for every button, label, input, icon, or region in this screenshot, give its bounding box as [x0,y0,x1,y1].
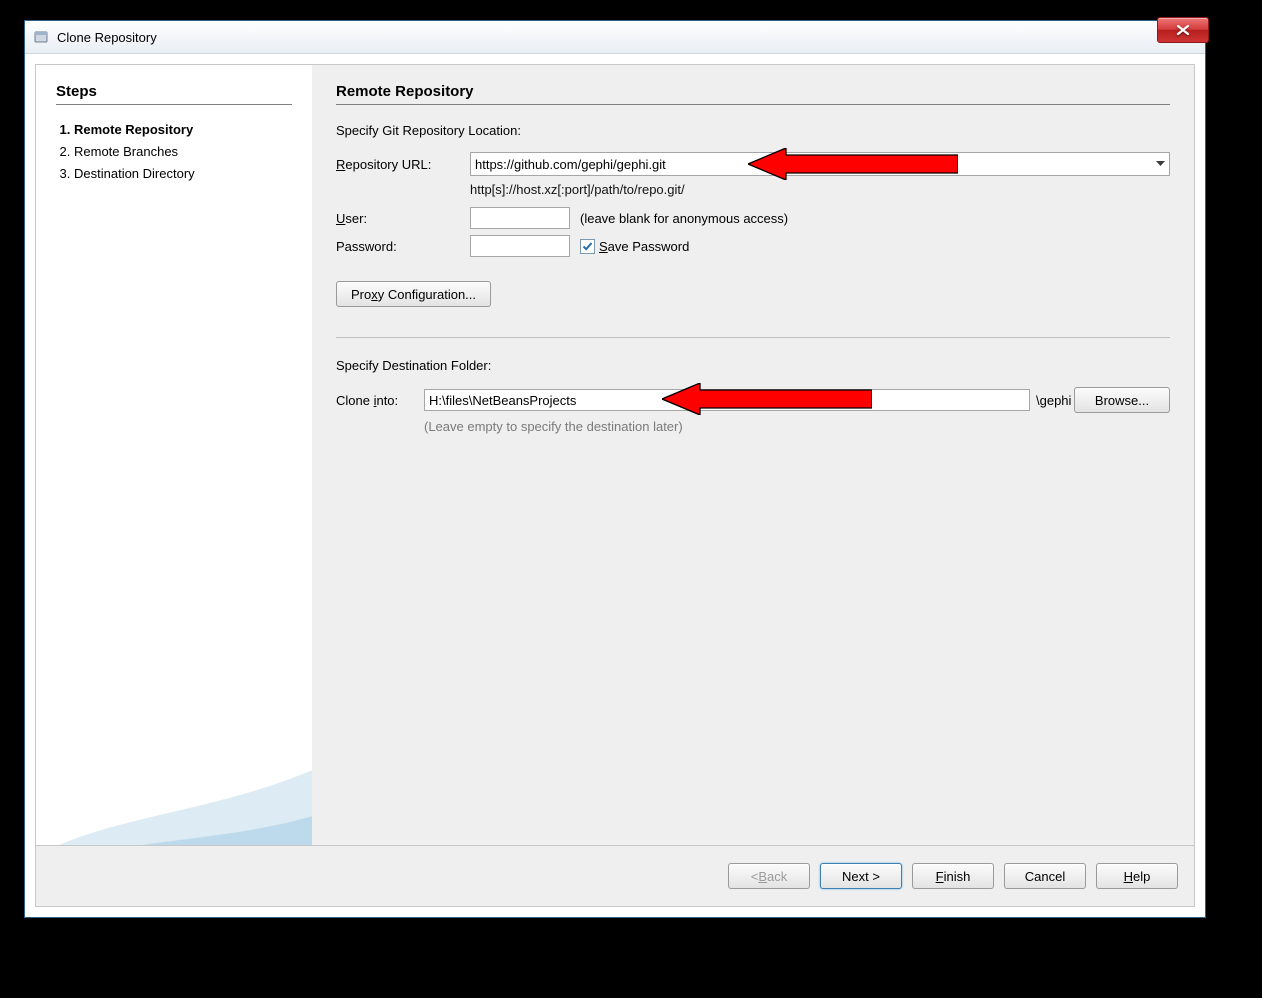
step-2: Remote Branches [74,141,292,163]
close-button[interactable] [1157,17,1209,43]
repo-section-label: Specify Git Repository Location: [336,123,1170,138]
repository-url-label: Repository URL: [336,157,470,172]
user-note: (leave blank for anonymous access) [580,211,788,226]
wizard-footer: < Back Next > Finish Cancel Help [36,845,1194,906]
back-button[interactable]: < Back [728,863,810,889]
finish-button[interactable]: Finish [912,863,994,889]
clone-folder-suffix: \gephi [1036,393,1066,408]
main-heading: Remote Repository [336,83,1170,100]
password-label: Password: [336,239,470,254]
cancel-button[interactable]: Cancel [1004,863,1086,889]
user-row: User: (leave blank for anonymous access) [336,207,1170,229]
next-button[interactable]: Next > [820,863,902,889]
repository-url-combo[interactable] [470,152,1170,176]
password-input[interactable] [470,235,570,257]
step-1: Remote Repository [74,119,292,141]
help-button[interactable]: Help [1096,863,1178,889]
save-password-checkbox[interactable] [580,239,595,254]
repository-url-input[interactable] [471,153,1151,175]
steps-sidebar: Steps Remote Repository Remote Branches … [36,65,312,845]
dropdown-arrow[interactable] [1151,161,1169,167]
save-password-label: Save Password [599,239,689,254]
dest-hint: (Leave empty to specify the destination … [424,419,1170,434]
close-icon [1176,25,1190,35]
password-row: Password: Save Password [336,235,1170,257]
decorative-swoosh [36,645,312,845]
main-panel: Remote Repository Specify Git Repository… [312,65,1194,845]
clone-into-input[interactable] [424,389,1030,411]
clone-into-label: Clone into: [336,393,424,408]
clone-repository-dialog: Clone Repository Steps Remote Repository… [24,20,1206,918]
step-3: Destination Directory [74,163,292,185]
proxy-configuration-button[interactable]: Proxy Configuration... [336,281,491,307]
user-label: User: [336,211,470,226]
upper-panel: Steps Remote Repository Remote Branches … [36,65,1194,845]
repository-url-row: Repository URL: [336,152,1170,176]
dialog-body: Steps Remote Repository Remote Branches … [35,64,1195,907]
clone-into-row: Clone into: \gephi Browse... [336,387,1170,413]
checkmark-icon [582,241,593,252]
dest-section-label: Specify Destination Folder: [336,358,1170,373]
chevron-down-icon [1156,161,1165,167]
app-icon [33,29,49,45]
right-shadow [1228,62,1240,822]
browse-button[interactable]: Browse... [1074,387,1170,413]
titlebar[interactable]: Clone Repository [25,21,1205,54]
window-title: Clone Repository [57,30,157,45]
steps-heading: Steps [56,83,292,100]
user-input[interactable] [470,207,570,229]
url-format-hint: http[s]://host.xz[:port]/path/to/repo.gi… [470,182,1170,197]
